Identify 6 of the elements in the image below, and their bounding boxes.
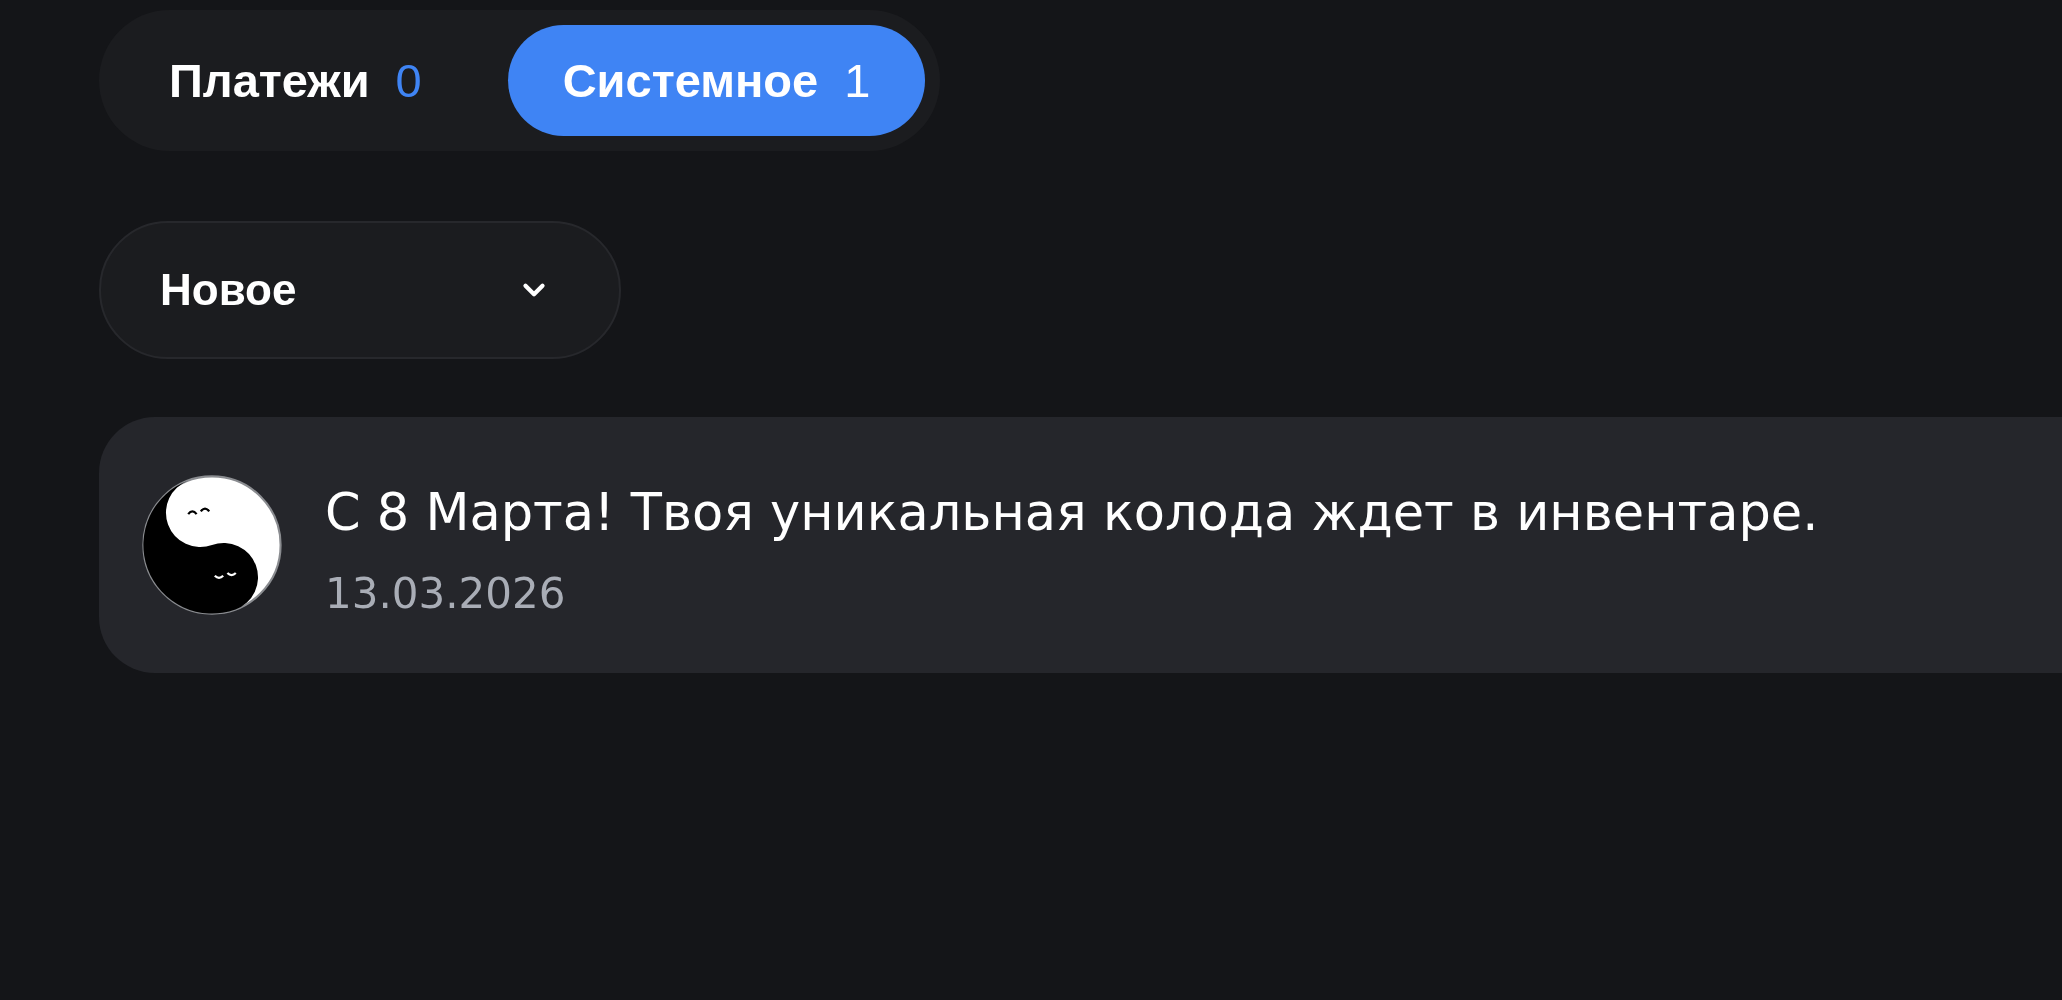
yin-yang-avatar-icon (142, 475, 282, 615)
notification-date: 13.03.2026 (325, 569, 566, 620)
sort-dropdown[interactable]: Новое (99, 221, 621, 359)
notification-message: С 8 Марта! Твоя уникальная колода ждет в инвентаре. (325, 484, 1819, 544)
tab[interactable]: Платежи 0 (114, 25, 477, 136)
tab[interactable]: Системное 1 (507, 25, 926, 136)
